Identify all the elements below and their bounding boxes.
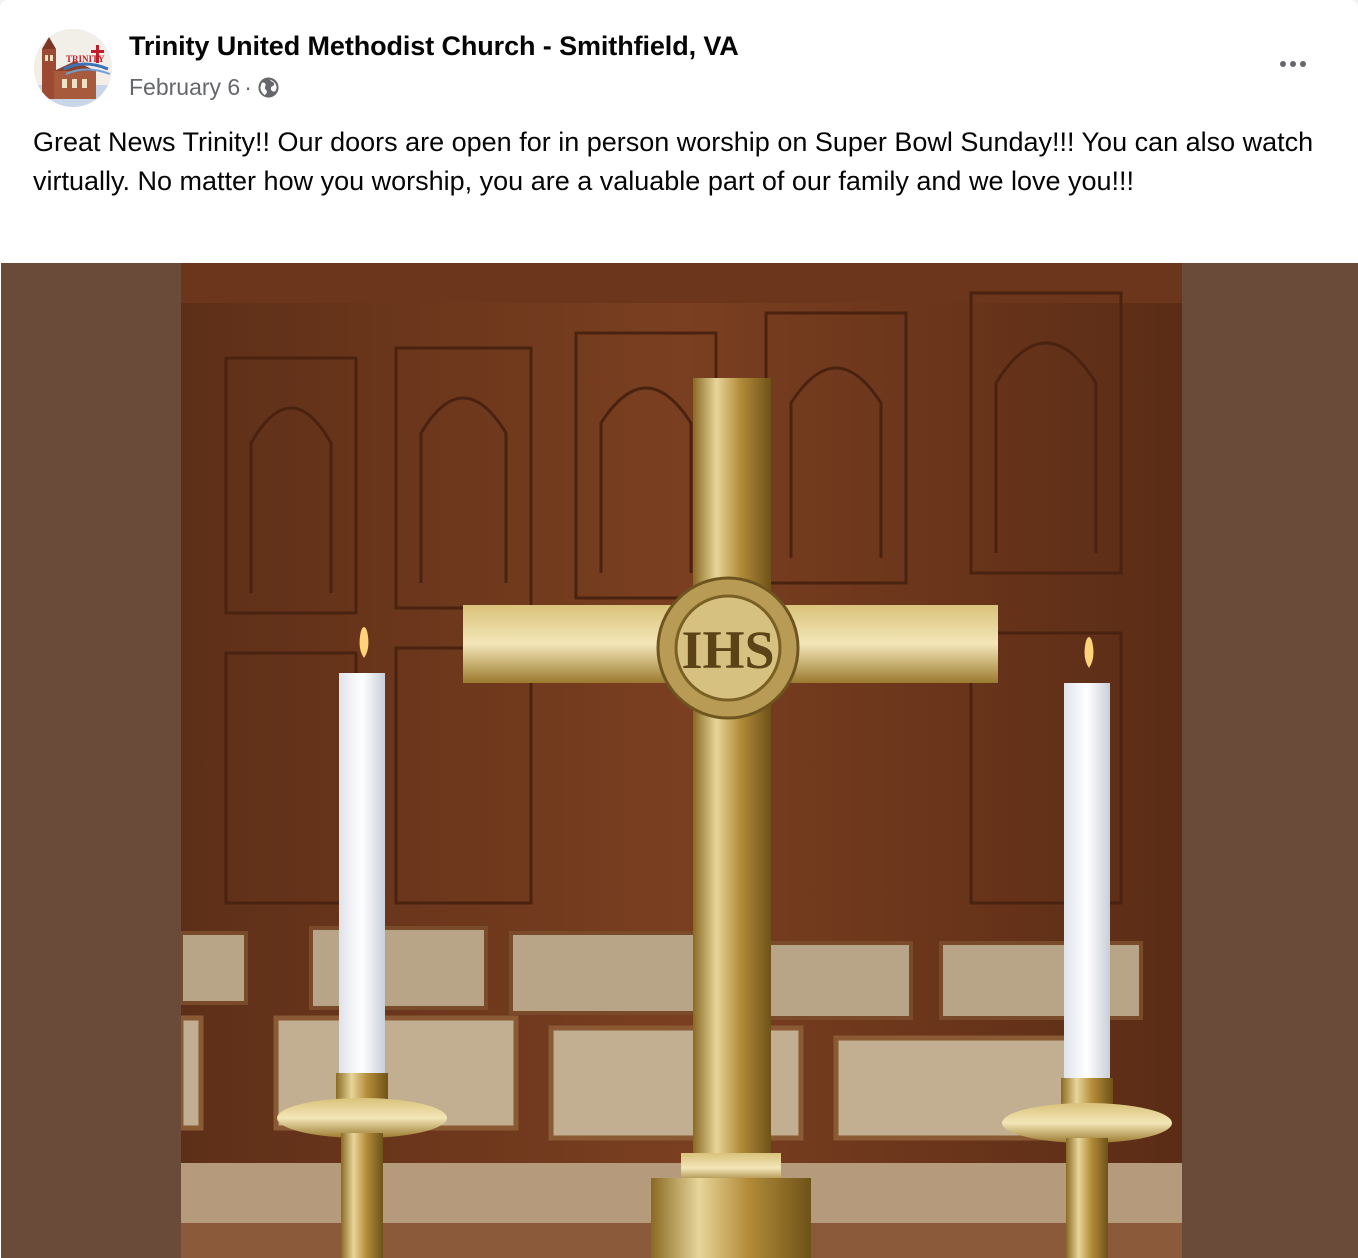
more-options-icon[interactable]: [1268, 42, 1318, 86]
post-message: Great News Trinity!! Our doors are open …: [33, 127, 1314, 196]
page-avatar[interactable]: TRINITY: [34, 29, 112, 107]
svg-text:TRINITY: TRINITY: [66, 54, 105, 64]
globe-icon[interactable]: [257, 76, 280, 99]
cross-monogram: IHS: [681, 620, 774, 680]
post-photo[interactable]: IHS: [1, 263, 1358, 1258]
post-card: TRINITY Trinity United Methodist Church …: [0, 0, 1358, 1258]
post-header: TRINITY Trinity United Methodist Church …: [0, 0, 1358, 115]
page-name-link[interactable]: Trinity United Methodist Church - Smithf…: [129, 31, 739, 62]
meta-separator: ·: [244, 73, 252, 100]
post-date-link[interactable]: February 6: [129, 74, 240, 101]
post-meta: February 6 ·: [129, 73, 280, 101]
